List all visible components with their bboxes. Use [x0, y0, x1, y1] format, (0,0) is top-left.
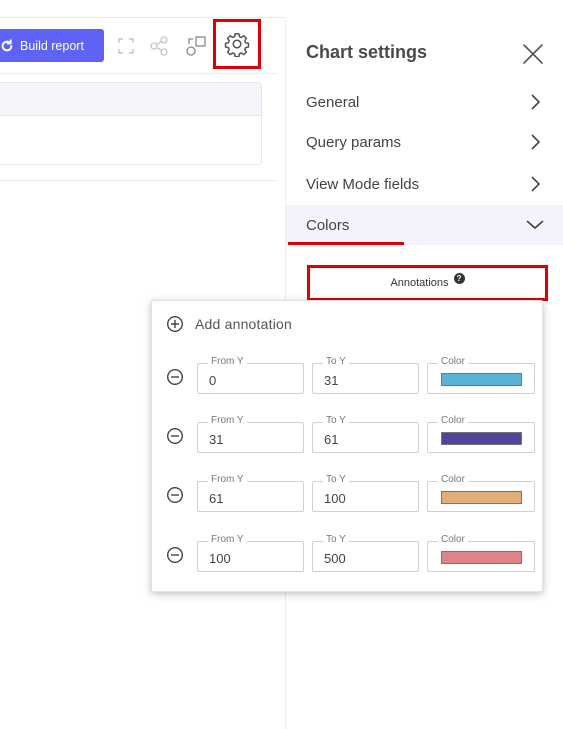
- toolbar-divider: [0, 73, 278, 74]
- minus-circle-icon[interactable]: [166, 368, 184, 386]
- plus-circle-icon: [166, 315, 184, 333]
- from-y-value: 100: [209, 551, 231, 566]
- color-label: Color: [438, 534, 468, 546]
- from-y-field[interactable]: From Y 61: [197, 474, 304, 512]
- export-icon[interactable]: [185, 35, 207, 57]
- build-report-label: Build report: [20, 38, 84, 53]
- panel-title: Chart settings: [306, 42, 428, 62]
- gear-icon: [224, 32, 250, 57]
- chevron-right-icon: [531, 94, 541, 110]
- top-divider: [0, 17, 285, 18]
- share-icon[interactable]: [148, 35, 170, 57]
- annotations-button[interactable]: Annotations ?: [307, 265, 548, 301]
- color-swatch: [441, 491, 522, 504]
- to-y-field[interactable]: To Y 100: [312, 474, 419, 512]
- color-picker[interactable]: Color: [427, 474, 535, 512]
- to-y-field[interactable]: To Y 61: [312, 415, 419, 453]
- to-y-field[interactable]: To Y 500: [312, 534, 419, 572]
- color-swatch: [441, 551, 522, 564]
- content-divider: [0, 180, 278, 181]
- from-y-label: From Y: [208, 474, 247, 486]
- from-y-field[interactable]: From Y 31: [197, 415, 304, 453]
- color-label: Color: [438, 474, 468, 486]
- fullscreen-icon[interactable]: [115, 35, 137, 57]
- close-icon[interactable]: [522, 43, 544, 65]
- build-report-button[interactable]: Build report: [0, 29, 104, 62]
- to-y-value: 61: [324, 432, 339, 447]
- from-y-label: From Y: [208, 534, 247, 546]
- section-view-mode-fields[interactable]: View Mode fields: [286, 164, 563, 204]
- color-picker[interactable]: Color: [427, 415, 535, 453]
- to-y-label: To Y: [323, 474, 349, 486]
- section-colors[interactable]: Colors: [286, 205, 563, 245]
- to-y-value: 500: [324, 551, 346, 566]
- section-label: General: [306, 93, 360, 111]
- annotations-label: Annotations: [390, 277, 449, 289]
- from-y-value: 61: [209, 491, 224, 506]
- color-picker[interactable]: Color: [427, 356, 535, 394]
- to-y-field[interactable]: To Y 31: [312, 356, 419, 394]
- from-y-label: From Y: [208, 415, 247, 427]
- chart-settings-button[interactable]: [213, 19, 261, 69]
- chevron-down-icon: [526, 220, 544, 230]
- section-label: Query params: [306, 133, 402, 151]
- section-query-params[interactable]: Query params: [286, 122, 563, 162]
- to-y-value: 31: [324, 373, 339, 388]
- color-picker[interactable]: Color: [427, 534, 535, 572]
- filter-panel-header: [0, 83, 261, 116]
- annotation-row: From Y 100 To Y 500 Color: [152, 534, 544, 575]
- to-y-label: To Y: [323, 356, 349, 368]
- chevron-right-icon: [531, 176, 541, 192]
- from-y-value: 31: [209, 432, 224, 447]
- section-general[interactable]: General: [286, 82, 563, 122]
- annotation-row: From Y 31 To Y 61 Color: [152, 415, 544, 456]
- to-y-label: To Y: [323, 534, 349, 546]
- colors-highlight: [288, 242, 404, 245]
- color-swatch: [441, 432, 522, 445]
- minus-circle-icon[interactable]: [166, 486, 184, 504]
- refresh-icon: [1, 38, 13, 51]
- minus-circle-icon[interactable]: [166, 427, 184, 445]
- from-y-value: 0: [209, 373, 217, 388]
- section-label: Colors: [306, 216, 350, 234]
- add-annotation-button[interactable]: Add annotation: [166, 314, 292, 334]
- from-y-field[interactable]: From Y 0: [197, 356, 304, 394]
- minus-circle-icon[interactable]: [166, 546, 184, 564]
- annotation-row: From Y 61 To Y 100 Color: [152, 474, 544, 515]
- from-y-field[interactable]: From Y 100: [197, 534, 304, 572]
- from-y-label: From Y: [208, 356, 247, 368]
- chevron-right-icon: [531, 134, 541, 150]
- section-label: View Mode fields: [306, 175, 420, 193]
- color-label: Color: [438, 356, 468, 368]
- annotations-popover: Add annotation From Y 0 To Y 31 Color Fr…: [151, 300, 543, 592]
- color-swatch: [441, 373, 522, 386]
- annotation-row: From Y 0 To Y 31 Color: [152, 356, 544, 397]
- add-annotation-label: Add annotation: [195, 316, 292, 332]
- color-label: Color: [438, 415, 468, 427]
- help-icon[interactable]: ?: [453, 272, 465, 284]
- filter-panel: [0, 82, 262, 165]
- to-y-label: To Y: [323, 415, 349, 427]
- to-y-value: 100: [324, 491, 346, 506]
